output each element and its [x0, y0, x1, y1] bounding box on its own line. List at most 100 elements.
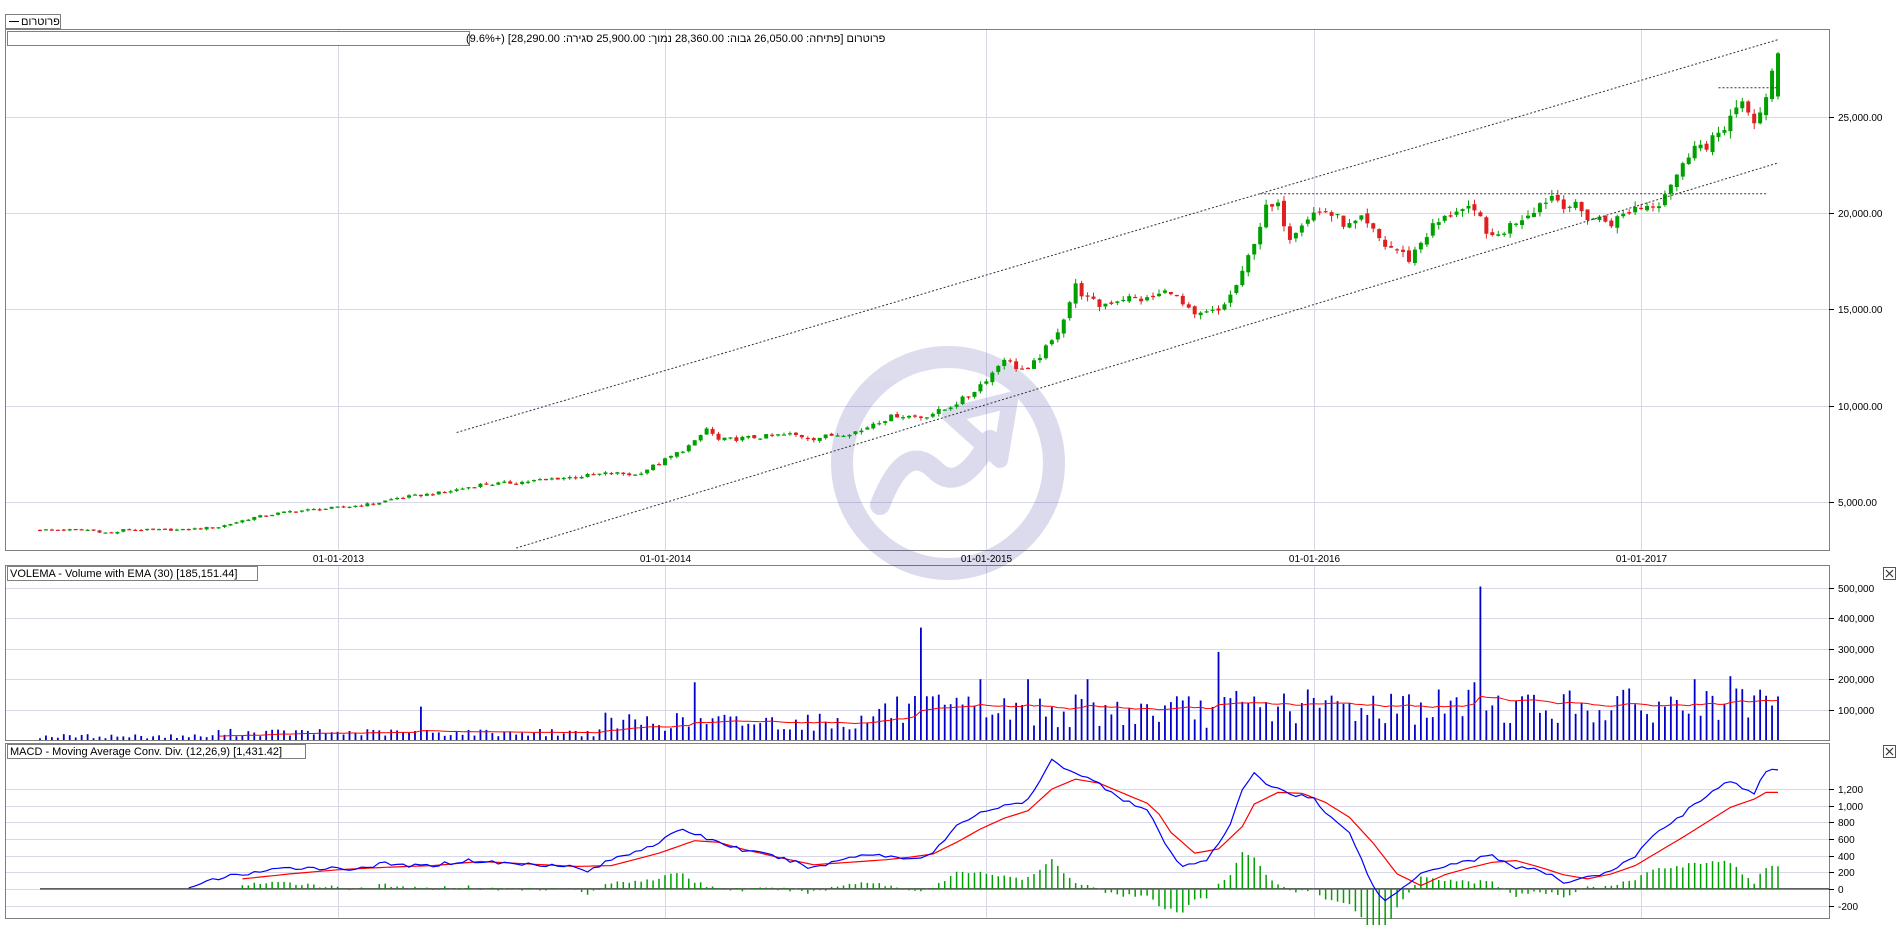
candle-body [1156, 293, 1161, 297]
candle-body [1579, 201, 1584, 212]
candle-body [532, 480, 537, 482]
candle-body [1162, 290, 1167, 293]
candle-body [430, 494, 435, 496]
candle-body [1573, 201, 1578, 208]
candle-body [847, 434, 852, 437]
candle-body [276, 512, 281, 515]
candle-body [377, 502, 382, 505]
candle-body [347, 506, 352, 508]
candle-body [1484, 217, 1489, 234]
candle-body [1627, 212, 1632, 214]
x-tick-label: 01-01-2013 [313, 554, 365, 565]
candle-body [496, 482, 501, 485]
candle-body [597, 473, 602, 475]
candle-body [1389, 245, 1394, 248]
candle-body [1555, 194, 1560, 201]
candle-body [901, 417, 906, 419]
candle-body [1531, 212, 1536, 217]
candle-body [1543, 202, 1548, 204]
candle-body [1567, 206, 1572, 208]
candle-body [549, 478, 554, 480]
candle-body [1722, 130, 1727, 133]
price-panel-frame [5, 29, 1830, 551]
candle-body [1466, 205, 1471, 209]
close-volume-panel-button[interactable] [1883, 567, 1896, 580]
candle-body [966, 396, 971, 398]
candle-body [109, 532, 114, 534]
close-macd-panel-button[interactable] [1883, 745, 1896, 758]
candle-body [793, 432, 798, 435]
volume-title: VOLEMA - Volume with EMA (30) [185,151.4… [10, 568, 237, 580]
candle-body [240, 520, 245, 523]
candle-body [1246, 255, 1251, 273]
candle-body [436, 491, 441, 495]
candle-body [1276, 202, 1281, 207]
candle-body [752, 435, 757, 439]
legend-tag-label: פרוטרום [21, 16, 60, 28]
candle-body [1031, 360, 1036, 369]
x-tick-label: 01-01-2014 [640, 554, 692, 565]
candle-body [1323, 211, 1328, 213]
candle-body [1127, 296, 1132, 302]
candle-body [782, 434, 787, 436]
candle-body [930, 413, 935, 417]
candle-body [1192, 306, 1197, 315]
candle-body [645, 469, 650, 474]
candle-body [67, 529, 72, 531]
candle-body [341, 506, 346, 508]
candle-body [234, 522, 239, 524]
candle-body [133, 529, 138, 532]
candle-body [1097, 299, 1102, 307]
candle-body [585, 474, 590, 477]
candle-body [478, 483, 483, 488]
candle-body [698, 435, 703, 441]
candle-body [817, 437, 822, 441]
candle-body [716, 433, 721, 440]
candle-body [359, 505, 364, 507]
candle-body [192, 528, 197, 530]
candle-body [38, 529, 42, 532]
candle-body [1234, 285, 1239, 294]
candle-body [1043, 345, 1048, 359]
candle-body [115, 531, 120, 534]
candle-body [1008, 360, 1013, 362]
candle-body [853, 431, 858, 435]
info-line: פרוטרום [פתיחה: 26,050.00 גבוה: 28,360.0… [466, 33, 886, 45]
candle-body [1585, 209, 1590, 221]
candle-body [145, 528, 150, 531]
candle-body [1281, 200, 1286, 227]
candle-body [811, 438, 816, 441]
candle-body [216, 527, 221, 529]
candle-body [121, 529, 126, 532]
candle-body [389, 499, 394, 501]
candle-body [591, 474, 596, 476]
candle-body [704, 428, 709, 435]
candle-body [49, 529, 54, 531]
candle-body [579, 476, 584, 479]
candle-body [633, 474, 638, 476]
candle-body [73, 528, 78, 531]
candle-body [651, 464, 656, 470]
candle-body [1061, 319, 1066, 334]
candle-body [1055, 332, 1060, 340]
y-tick-label: 500,000 [1838, 584, 1875, 595]
candle-body [293, 511, 298, 513]
candle-body [1412, 249, 1417, 264]
candle-body [912, 415, 917, 417]
candle-body [305, 509, 310, 511]
candle-body [490, 484, 495, 486]
candle-body [1311, 212, 1316, 221]
candle-body [317, 509, 322, 511]
candle-body [460, 488, 465, 490]
candle-body [127, 529, 132, 531]
candle-body [454, 489, 459, 492]
candle-body [1228, 294, 1233, 303]
info-line-box [7, 31, 470, 46]
candle-body [841, 435, 846, 437]
candle-body [1067, 302, 1072, 319]
candle-body [162, 528, 167, 530]
candle-body [758, 438, 763, 440]
candle-body [1299, 225, 1304, 233]
candle-body [424, 493, 429, 496]
candle-body [401, 497, 406, 500]
